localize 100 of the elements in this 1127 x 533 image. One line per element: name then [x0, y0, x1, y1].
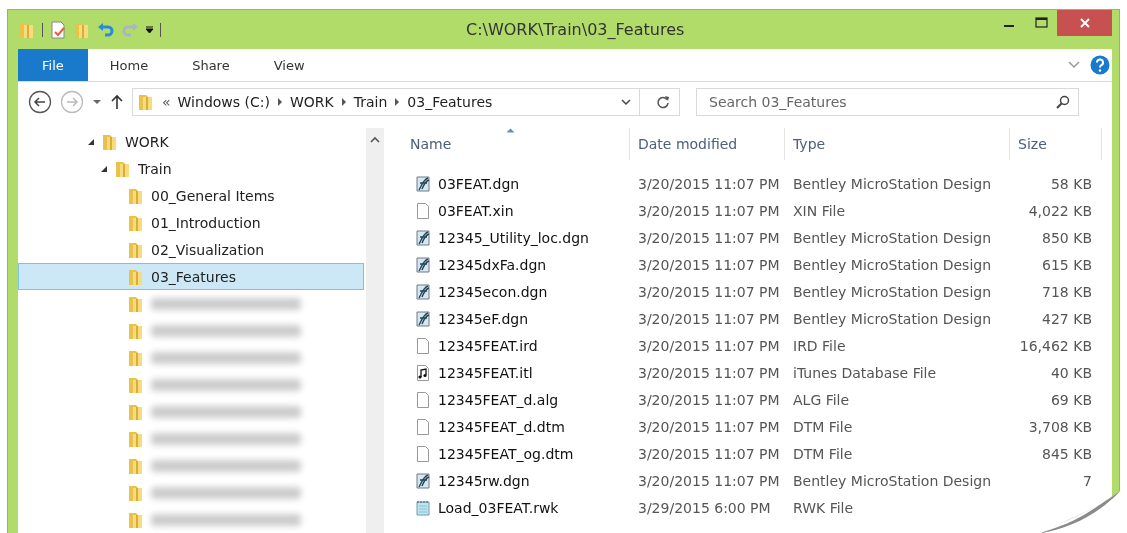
- date-cell-text: 3/20/2015 11:07 PM: [637, 255, 781, 275]
- file-name-cell[interactable]: 12345rw.dgn: [402, 467, 630, 494]
- collapse-arrow-icon[interactable]: [100, 164, 108, 173]
- close-button[interactable]: [1057, 10, 1112, 36]
- search-field[interactable]: Search 03_Features: [707, 93, 1056, 111]
- type-cell-text: XIN File: [792, 201, 847, 221]
- size-cell: 845 KB: [1042, 445, 1092, 462]
- breadcrumb[interactable]: WORK: [289, 94, 334, 110]
- type-cell-text: DTM File: [792, 444, 854, 464]
- type-cell-text: iTunes Database File: [792, 363, 938, 383]
- file-name-cell[interactable]: 12345FEAT_og.dtm: [402, 440, 630, 467]
- folder-icon: [127, 402, 145, 421]
- date-cell-text: 3/20/2015 11:07 PM: [637, 228, 781, 248]
- size-cell: 4,022 KB: [1028, 202, 1092, 219]
- size-cell: 58 KB: [1050, 175, 1092, 192]
- type-cell-text: DTM File: [792, 417, 854, 437]
- collapse-arrow-icon[interactable]: [87, 137, 95, 146]
- size-cell: 40 KB: [1050, 364, 1092, 381]
- file-name-cell[interactable]: 03FEAT.dgn: [402, 170, 630, 197]
- folder-icon: [127, 348, 145, 367]
- overflow-chevron[interactable]: «: [162, 94, 171, 110]
- back-icon[interactable]: [28, 90, 52, 114]
- new-folder-icon: [73, 20, 91, 39]
- folder-icon: [127, 321, 145, 340]
- breadcrumb-arrow-icon[interactable]: [340, 98, 347, 106]
- file-name-cell[interactable]: 12345econ.dgn: [402, 278, 630, 305]
- breadcrumb[interactable]: Windows (C:): [177, 94, 270, 110]
- type-cell-text: Bentley MicroStation Design: [792, 174, 993, 194]
- size-cell: 615 KB: [1042, 256, 1092, 273]
- notepad-icon: [414, 498, 432, 517]
- maximize-icon[interactable]: [1034, 17, 1048, 29]
- folder-icon: [127, 240, 145, 259]
- type-cell-text: Bentley MicroStation Design: [792, 282, 993, 302]
- up-arrow-icon[interactable]: [110, 94, 124, 110]
- ribbon-tab[interactable]: Home: [87, 49, 171, 81]
- file-name-cell[interactable]: 12345FEAT.ird: [402, 332, 630, 359]
- column-header[interactable]: Date modified: [630, 128, 785, 160]
- recent-caret-icon[interactable]: [92, 99, 102, 105]
- date-cell-text: 3/20/2015 11:07 PM: [637, 390, 781, 410]
- type-cell-text: Bentley MicroStation Design: [792, 228, 993, 248]
- script-b-icon: [414, 228, 432, 247]
- ribbon-tab[interactable]: Share: [170, 49, 252, 81]
- date-cell-text: 3/20/2015 11:07 PM: [637, 174, 781, 194]
- folder-icon: [127, 375, 145, 394]
- search-box[interactable]: Search 03_Features: [696, 88, 1079, 116]
- date-cell-text: 3/20/2015 11:07 PM: [637, 282, 781, 302]
- dropdown-caret-icon[interactable]: [621, 98, 631, 106]
- script-b-icon: [414, 282, 432, 301]
- tree-item[interactable]: Train: [18, 155, 364, 182]
- breadcrumb[interactable]: 03_Features: [407, 94, 493, 110]
- blank-file-icon: [414, 444, 432, 463]
- address-bar[interactable]: « Windows (C:) WORK Train 03_Features: [132, 88, 680, 116]
- search-icon[interactable]: [1056, 95, 1070, 109]
- breadcrumb-arrow-icon[interactable]: [394, 98, 401, 106]
- properties-icon[interactable]: [49, 20, 67, 39]
- file-name-cell[interactable]: 12345eF.dgn: [402, 305, 630, 332]
- blank-file-icon: [414, 336, 432, 355]
- file-name-cell[interactable]: Load_03FEAT.rwk: [402, 494, 630, 521]
- folder-icon: [127, 429, 145, 448]
- script-b-icon: [414, 471, 432, 490]
- folder-icon: [127, 510, 145, 529]
- breadcrumb-arrow-icon[interactable]: [276, 98, 283, 106]
- scroll-up-icon[interactable]: [370, 136, 380, 143]
- folder-icon: [114, 159, 132, 178]
- tree-item[interactable]: 02_Visualization: [18, 236, 364, 263]
- file-name-cell[interactable]: 12345FEAT.itl: [402, 359, 630, 386]
- customize-caret-icon[interactable]: [145, 25, 154, 34]
- tree-item[interactable]: WORK: [18, 128, 364, 155]
- file-name-cell[interactable]: 12345dxFa.dgn: [402, 251, 630, 278]
- date-cell-text: 3/20/2015 11:07 PM: [637, 201, 781, 221]
- script-b-icon: [414, 309, 432, 328]
- tree-item[interactable]: 01_Introduction: [18, 209, 364, 236]
- tree-item[interactable]: 00_General Items: [18, 182, 364, 209]
- folder-icon: [101, 132, 119, 151]
- ribbon-tab[interactable]: View: [251, 49, 327, 81]
- column-header[interactable]: Size: [1010, 128, 1102, 160]
- file-name-cell[interactable]: 12345_Utility_loc.dgn: [402, 224, 630, 251]
- file-name-cell[interactable]: 03FEAT.xin: [402, 197, 630, 224]
- help-icon[interactable]: [1090, 55, 1110, 75]
- folder-icon: [127, 186, 145, 205]
- window-title: C:\WORK\Train\03_Features: [466, 20, 686, 39]
- ribbon-tab[interactable]: File: [18, 49, 88, 81]
- folder-icon: [127, 294, 145, 313]
- date-cell-text: 3/29/2015 6:00 PM: [637, 498, 772, 518]
- date-cell-text: 3/20/2015 11:07 PM: [637, 417, 781, 437]
- size-cell: 16,462 KB: [1019, 337, 1092, 354]
- breadcrumb[interactable]: Train: [353, 94, 388, 110]
- refresh-icon[interactable]: [656, 95, 670, 109]
- date-cell-text: 3/20/2015 11:07 PM: [637, 336, 781, 356]
- expand-ribbon-icon[interactable]: [1068, 61, 1080, 69]
- date-cell-text: 3/20/2015 11:07 PM: [637, 444, 781, 464]
- blank-file-icon: [414, 390, 432, 409]
- column-header[interactable]: Type: [785, 128, 1010, 160]
- column-header[interactable]: Name: [402, 128, 630, 160]
- close-icon[interactable]: [1078, 17, 1091, 29]
- file-name-cell[interactable]: 12345FEAT_d.alg: [402, 386, 630, 413]
- folder-icon: [127, 483, 145, 502]
- file-name-cell[interactable]: 12345FEAT_d.dtm: [402, 413, 630, 440]
- type-cell-text: Bentley MicroStation Design: [792, 309, 993, 329]
- tree-item[interactable]: 03_Features: [18, 263, 364, 290]
